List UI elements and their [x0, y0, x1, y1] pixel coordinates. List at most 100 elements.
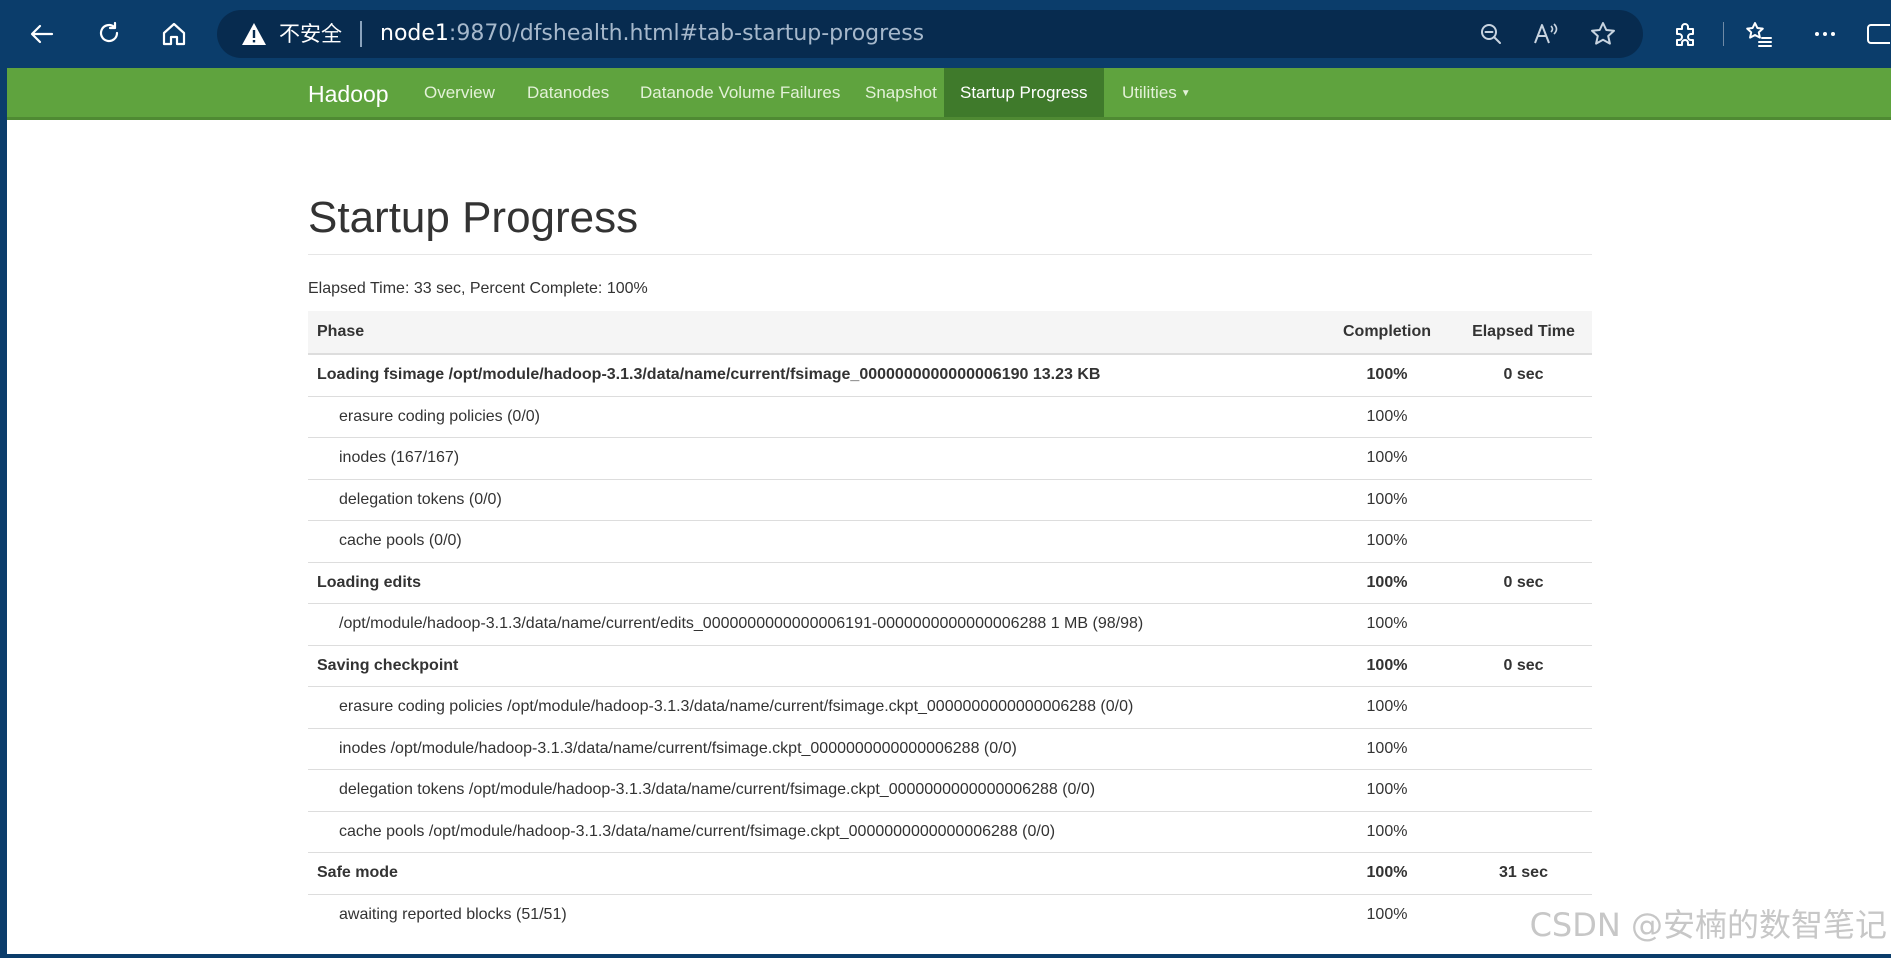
nav-item-startup-progress[interactable]: Startup Progress	[944, 68, 1104, 117]
utilities-label: Utilities	[1122, 83, 1177, 102]
elapsed-time-cell	[1455, 478, 1592, 521]
table-row-step: inodes (167/167) 100%	[308, 437, 1592, 479]
elapsed-time-cell: 0 sec	[1455, 561, 1592, 604]
extensions-button[interactable]	[1666, 14, 1706, 54]
nav-item-utilities[interactable]: Utilities ▼	[1106, 68, 1207, 117]
home-icon	[162, 22, 186, 46]
progress-summary: Elapsed Time: 33 sec, Percent Complete: …	[308, 280, 648, 297]
browser-toolbar: 不安全 node1:9870/dfshealth.html#tab-startu…	[0, 0, 1891, 68]
more-dots-icon	[1815, 32, 1835, 36]
table-row-phase: Loading edits 100% 0 sec	[308, 561, 1592, 604]
table-row-step: inodes /opt/module/hadoop-3.1.3/data/nam…	[308, 727, 1592, 770]
refresh-icon	[99, 21, 119, 43]
table-row-phase: Safe mode 100% 31 sec	[308, 852, 1592, 894]
address-separator	[360, 21, 362, 47]
table-row-step: erasure coding policies /opt/module/hado…	[308, 686, 1592, 728]
elapsed-time-cell	[1455, 603, 1592, 645]
address-bar[interactable]: 不安全 node1:9870/dfshealth.html#tab-startu…	[217, 10, 1643, 58]
startup-progress-table: Phase Completion Elapsed Time Loading fs…	[308, 311, 1592, 935]
completion-cell: 100%	[1319, 686, 1455, 728]
security-status-label[interactable]: 不安全	[279, 22, 342, 46]
elapsed-time-cell	[1455, 769, 1592, 811]
nav-item-overview[interactable]: Overview	[408, 68, 511, 117]
elapsed-time-cell	[1455, 810, 1592, 853]
elapsed-time-cell	[1455, 727, 1592, 770]
page-viewport: Hadoop Overview Datanodes Datanode Volum…	[0, 68, 1891, 958]
phase-name-cell: erasure coding policies (0/0)	[308, 395, 1319, 438]
completion-cell: 100%	[1319, 644, 1455, 687]
nav-item-snapshot[interactable]: Snapshot	[849, 68, 953, 117]
back-arrow-icon	[30, 24, 54, 44]
phase-name-cell: Loading edits	[308, 561, 1319, 604]
zoom-out-icon[interactable]	[1477, 20, 1505, 48]
elapsed-time-cell: 0 sec	[1455, 353, 1592, 396]
elapsed-time-cell	[1455, 520, 1592, 562]
phase-name-cell: cache pools (0/0)	[308, 520, 1319, 562]
warning-icon[interactable]	[241, 22, 267, 50]
caret-down-icon: ▼	[1180, 88, 1191, 100]
phase-name-cell: erasure coding policies /opt/module/hado…	[308, 686, 1319, 728]
read-aloud-icon[interactable]	[1532, 20, 1560, 48]
column-header-elapsed-time: Elapsed Time	[1455, 311, 1592, 355]
title-divider	[308, 254, 1592, 255]
elapsed-time-cell	[1455, 395, 1592, 438]
page-title: Startup Progress	[308, 193, 639, 242]
phase-name-cell: /opt/module/hadoop-3.1.3/data/name/curre…	[308, 603, 1319, 645]
sidebar-icon	[1867, 24, 1890, 44]
completion-cell: 100%	[1319, 437, 1455, 479]
completion-cell: 100%	[1319, 561, 1455, 604]
sidebar-toggle-button[interactable]	[1866, 14, 1891, 54]
url-path: :9870/dfshealth.html#tab-startup-progres…	[448, 21, 925, 46]
table-row-step: awaiting reported blocks (51/51) 100%	[308, 893, 1592, 935]
home-button[interactable]	[154, 14, 194, 54]
completion-cell: 100%	[1319, 852, 1455, 894]
elapsed-time-cell	[1455, 686, 1592, 728]
elapsed-time-cell: 31 sec	[1455, 852, 1592, 894]
phase-name-cell: inodes /opt/module/hadoop-3.1.3/data/nam…	[308, 727, 1319, 770]
phase-name-cell: delegation tokens (0/0)	[308, 478, 1319, 521]
puzzle-icon	[1676, 23, 1694, 46]
phase-name-cell: delegation tokens /opt/module/hadoop-3.1…	[308, 769, 1319, 811]
table-row-step: cache pools /opt/module/hadoop-3.1.3/dat…	[308, 810, 1592, 853]
phase-name-cell: cache pools /opt/module/hadoop-3.1.3/dat…	[308, 810, 1319, 853]
completion-cell: 100%	[1319, 769, 1455, 811]
phase-name-cell: Saving checkpoint	[308, 644, 1319, 687]
table-row-phase: Loading fsimage /opt/module/hadoop-3.1.3…	[308, 353, 1592, 396]
table-row-step: delegation tokens (0/0) 100%	[308, 478, 1592, 521]
phase-name-cell: awaiting reported blocks (51/51)	[308, 893, 1319, 935]
completion-cell: 100%	[1319, 603, 1455, 645]
toolbar-separator	[1723, 22, 1724, 46]
nav-item-datanode-volume-failures[interactable]: Datanode Volume Failures	[624, 68, 856, 117]
elapsed-time-cell	[1455, 437, 1592, 479]
elapsed-time-cell: 0 sec	[1455, 644, 1592, 687]
table-header-row: Phase Completion Elapsed Time	[308, 311, 1592, 355]
table-row-step: /opt/module/hadoop-3.1.3/data/name/curre…	[308, 603, 1592, 645]
completion-cell: 100%	[1319, 520, 1455, 562]
brand-link[interactable]: Hadoop	[308, 81, 389, 107]
navbar: Hadoop Overview Datanodes Datanode Volum…	[7, 68, 1891, 120]
table-row-step: delegation tokens /opt/module/hadoop-3.1…	[308, 769, 1592, 811]
url-host: node1	[380, 21, 449, 46]
watermark: CSDN @安楠的数智笔记	[1529, 906, 1887, 944]
completion-cell: 100%	[1319, 478, 1455, 521]
url-text[interactable]: node1:9870/dfshealth.html#tab-startup-pr…	[380, 21, 924, 47]
column-header-completion: Completion	[1319, 311, 1455, 355]
favorites-list-icon	[1746, 22, 1772, 47]
table-row-phase: Saving checkpoint 100% 0 sec	[308, 644, 1592, 687]
more-menu-button[interactable]	[1805, 14, 1845, 54]
favorite-star-icon[interactable]	[1589, 20, 1617, 48]
back-button[interactable]	[22, 14, 62, 54]
completion-cell: 100%	[1319, 395, 1455, 438]
favorites-button[interactable]	[1739, 14, 1779, 54]
refresh-button[interactable]	[89, 14, 129, 54]
nav-item-datanodes[interactable]: Datanodes	[511, 68, 625, 117]
completion-cell: 100%	[1319, 893, 1455, 935]
phase-name-cell: Loading fsimage /opt/module/hadoop-3.1.3…	[308, 353, 1319, 396]
table-row-step: erasure coding policies (0/0) 100%	[308, 395, 1592, 438]
table-row-step: cache pools (0/0) 100%	[308, 520, 1592, 562]
completion-cell: 100%	[1319, 353, 1455, 396]
phase-name-cell: Safe mode	[308, 852, 1319, 894]
column-header-phase: Phase	[308, 311, 1319, 355]
completion-cell: 100%	[1319, 727, 1455, 770]
phase-name-cell: inodes (167/167)	[308, 437, 1319, 479]
